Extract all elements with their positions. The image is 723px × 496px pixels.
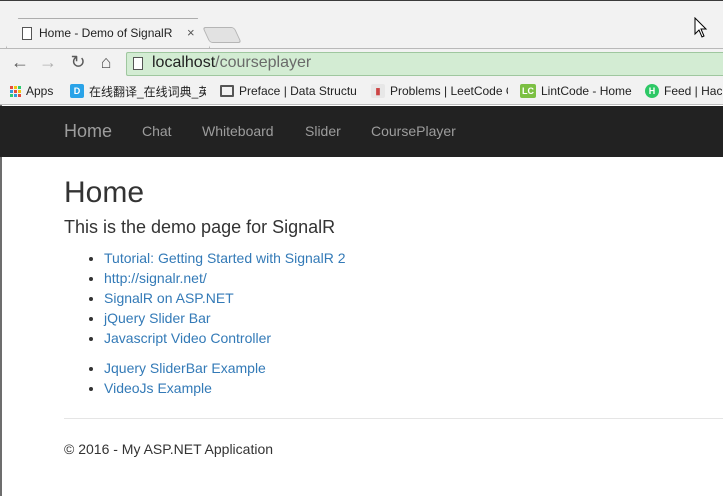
nav-link-slider[interactable]: Slider [305,123,341,139]
page-favicon-icon [22,27,32,40]
link-text[interactable]: Javascript Video Controller [104,330,271,346]
nav-link-whiteboard[interactable]: Whiteboard [202,123,274,139]
list-item[interactable]: http://signalr.net/ [104,268,346,288]
bookmark-lintcode[interactable]: LC LintCode - Home [520,83,632,99]
bookmark-hackerrank[interactable]: H Feed | Hack [645,83,722,99]
nav-link-chat[interactable]: Chat [142,123,172,139]
bookmark-label: 在线翻译_在线词典_英 [89,84,206,99]
apps-grid-icon [10,85,21,97]
tab-title[interactable]: Home - Demo of SignalR [39,26,172,40]
footer-divider [64,418,723,419]
leetcode-icon: ▮ [371,84,385,98]
list-item[interactable]: Javascript Video Controller [104,328,346,348]
resource-links-list: Tutorial: Getting Started with SignalR 2… [104,248,346,348]
bookmark-label: Feed | Hack [664,84,722,98]
lintcode-icon: LC [520,84,536,98]
link-text[interactable]: Tutorial: Getting Started with SignalR 2 [104,250,346,266]
bookmark-label: Preface | Data Structu [239,84,357,98]
url-host: localhost [152,54,216,71]
tab-close-icon[interactable]: × [187,25,195,40]
list-item[interactable]: jQuery Slider Bar [104,308,346,328]
list-item[interactable]: VideoJs Example [104,378,266,398]
link-text[interactable]: jQuery Slider Bar [104,310,211,326]
new-tab-button[interactable] [202,27,242,43]
bookmark-label: LintCode - Home [541,84,632,98]
url-path: /courseplayer [215,54,312,71]
home-icon[interactable]: ⌂ [96,52,116,72]
bookmark-apps[interactable]: Apps [10,83,53,99]
page-title: Home [64,176,145,209]
list-item[interactable]: SignalR on ASP.NET [104,288,346,308]
link-text[interactable]: Jquery SliderBar Example [104,360,266,376]
nav-link-courseplayer[interactable]: CoursePlayer [371,123,456,139]
example-links-list: Jquery SliderBar Example VideoJs Example [104,358,266,398]
bookmark-leetcode[interactable]: ▮ Problems | LeetCode O [371,83,508,99]
link-text[interactable]: http://signalr.net/ [104,270,207,286]
mouse-cursor-icon [694,17,708,38]
bookmark-dict[interactable]: D 在线翻译_在线词典_英 [70,83,206,99]
list-item[interactable]: Tutorial: Getting Started with SignalR 2 [104,248,346,268]
bookmark-label: Apps [26,84,54,98]
footer-text: © 2016 - My ASP.NET Application [64,441,274,457]
bookmark-label: Problems | LeetCode O [390,84,508,98]
book-icon [220,85,234,97]
navbar-brand[interactable]: Home [64,121,112,142]
bookmark-preface[interactable]: Preface | Data Structu [220,83,372,99]
forward-arrow-icon[interactable]: → [38,52,58,72]
list-item[interactable]: Jquery SliderBar Example [104,358,266,378]
page-info-icon[interactable] [133,57,143,70]
link-text[interactable]: VideoJs Example [104,380,212,396]
dict-icon: D [70,84,84,98]
back-arrow-icon[interactable]: ← [10,52,30,72]
page-lead: This is the demo page for SignalR [64,217,336,237]
reload-icon[interactable]: ↻ [68,52,88,72]
hackerrank-icon: H [645,84,659,98]
url-text[interactable]: localhost/courseplayer [152,54,311,72]
link-text[interactable]: SignalR on ASP.NET [104,290,234,306]
